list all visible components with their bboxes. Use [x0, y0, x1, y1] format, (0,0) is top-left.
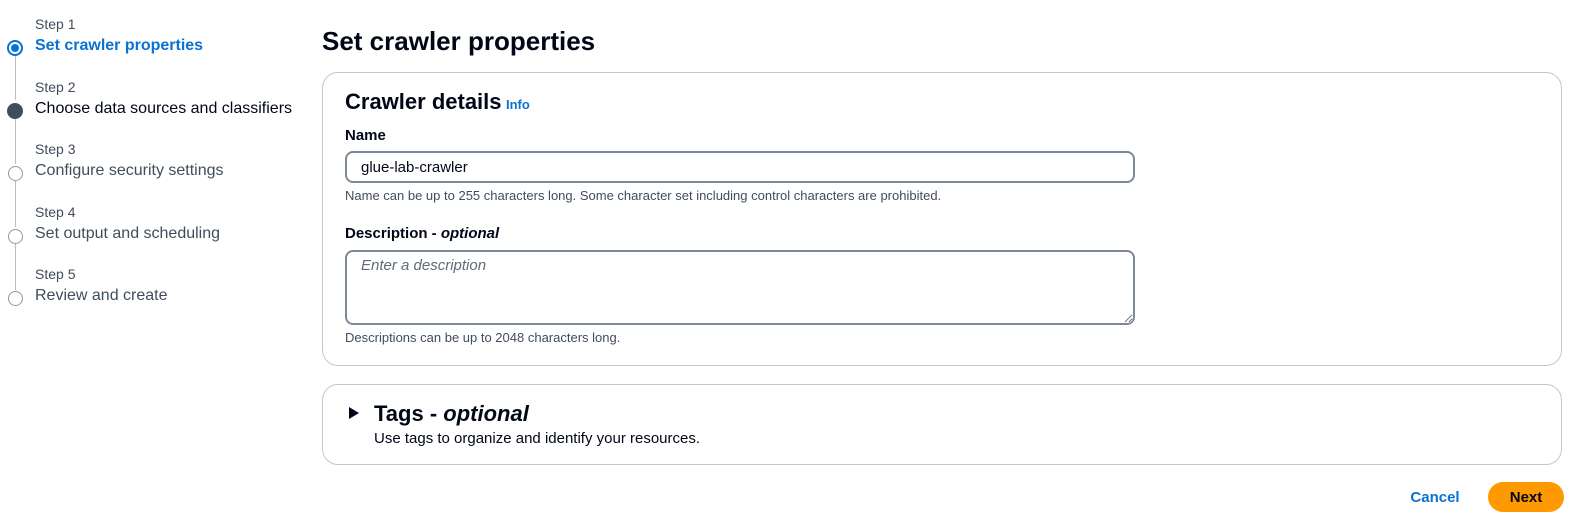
step-complete-indicator-icon [7, 103, 23, 119]
name-label: Name [345, 127, 386, 144]
tags-heading[interactable]: Tags - optional [374, 401, 529, 427]
crawler-name-input[interactable] [345, 151, 1135, 183]
step-number: Step 4 [35, 204, 76, 220]
step-number: Step 1 [35, 16, 76, 32]
step-active-indicator-icon [7, 40, 23, 56]
step-pending-indicator-icon [7, 228, 23, 244]
step-number: Step 5 [35, 266, 76, 282]
description-textarea[interactable] [345, 250, 1135, 325]
page-title: Set crawler properties [322, 26, 596, 56]
next-button[interactable]: Next [1488, 482, 1564, 512]
crawler-details-heading: Crawler details [345, 89, 502, 114]
tags-expandable-section[interactable]: Tags - optional Use tags to organize and… [322, 384, 1562, 465]
tags-description: Use tags to organize and identify your r… [374, 430, 701, 447]
step-connector [14, 118, 16, 164]
step-connector [14, 56, 16, 100]
step-connector [14, 244, 16, 290]
step-number: Step 2 [35, 79, 76, 95]
step-pending-indicator-icon [7, 165, 23, 181]
step-title[interactable]: Choose data sources and classifiers [35, 100, 292, 118]
step-title: Review and create [35, 287, 168, 304]
step-pending-indicator-icon [7, 290, 23, 306]
expand-caret-right-icon[interactable] [347, 405, 361, 421]
optional-tag: optional [440, 225, 500, 242]
description-label: Description - optional [345, 225, 499, 242]
cancel-button[interactable]: Cancel [1397, 483, 1473, 511]
optional-tag: optional [443, 401, 529, 426]
name-constraint-hint: Name can be up to 255 characters long. S… [345, 188, 942, 203]
info-link[interactable]: Info [506, 97, 530, 112]
description-constraint-hint: Descriptions can be up to 2048 character… [345, 330, 621, 345]
description-label-text: Description - [345, 225, 441, 242]
step-connector [14, 181, 16, 227]
step-title: Configure security settings [35, 162, 224, 179]
step-title[interactable]: Set crawler properties [35, 37, 203, 55]
step-title: Set output and scheduling [35, 225, 221, 242]
crawler-details-panel: Crawler details Info Name Name can be up… [322, 72, 1562, 366]
tags-heading-text: Tags - [374, 401, 444, 426]
step-number: Step 3 [35, 141, 76, 157]
